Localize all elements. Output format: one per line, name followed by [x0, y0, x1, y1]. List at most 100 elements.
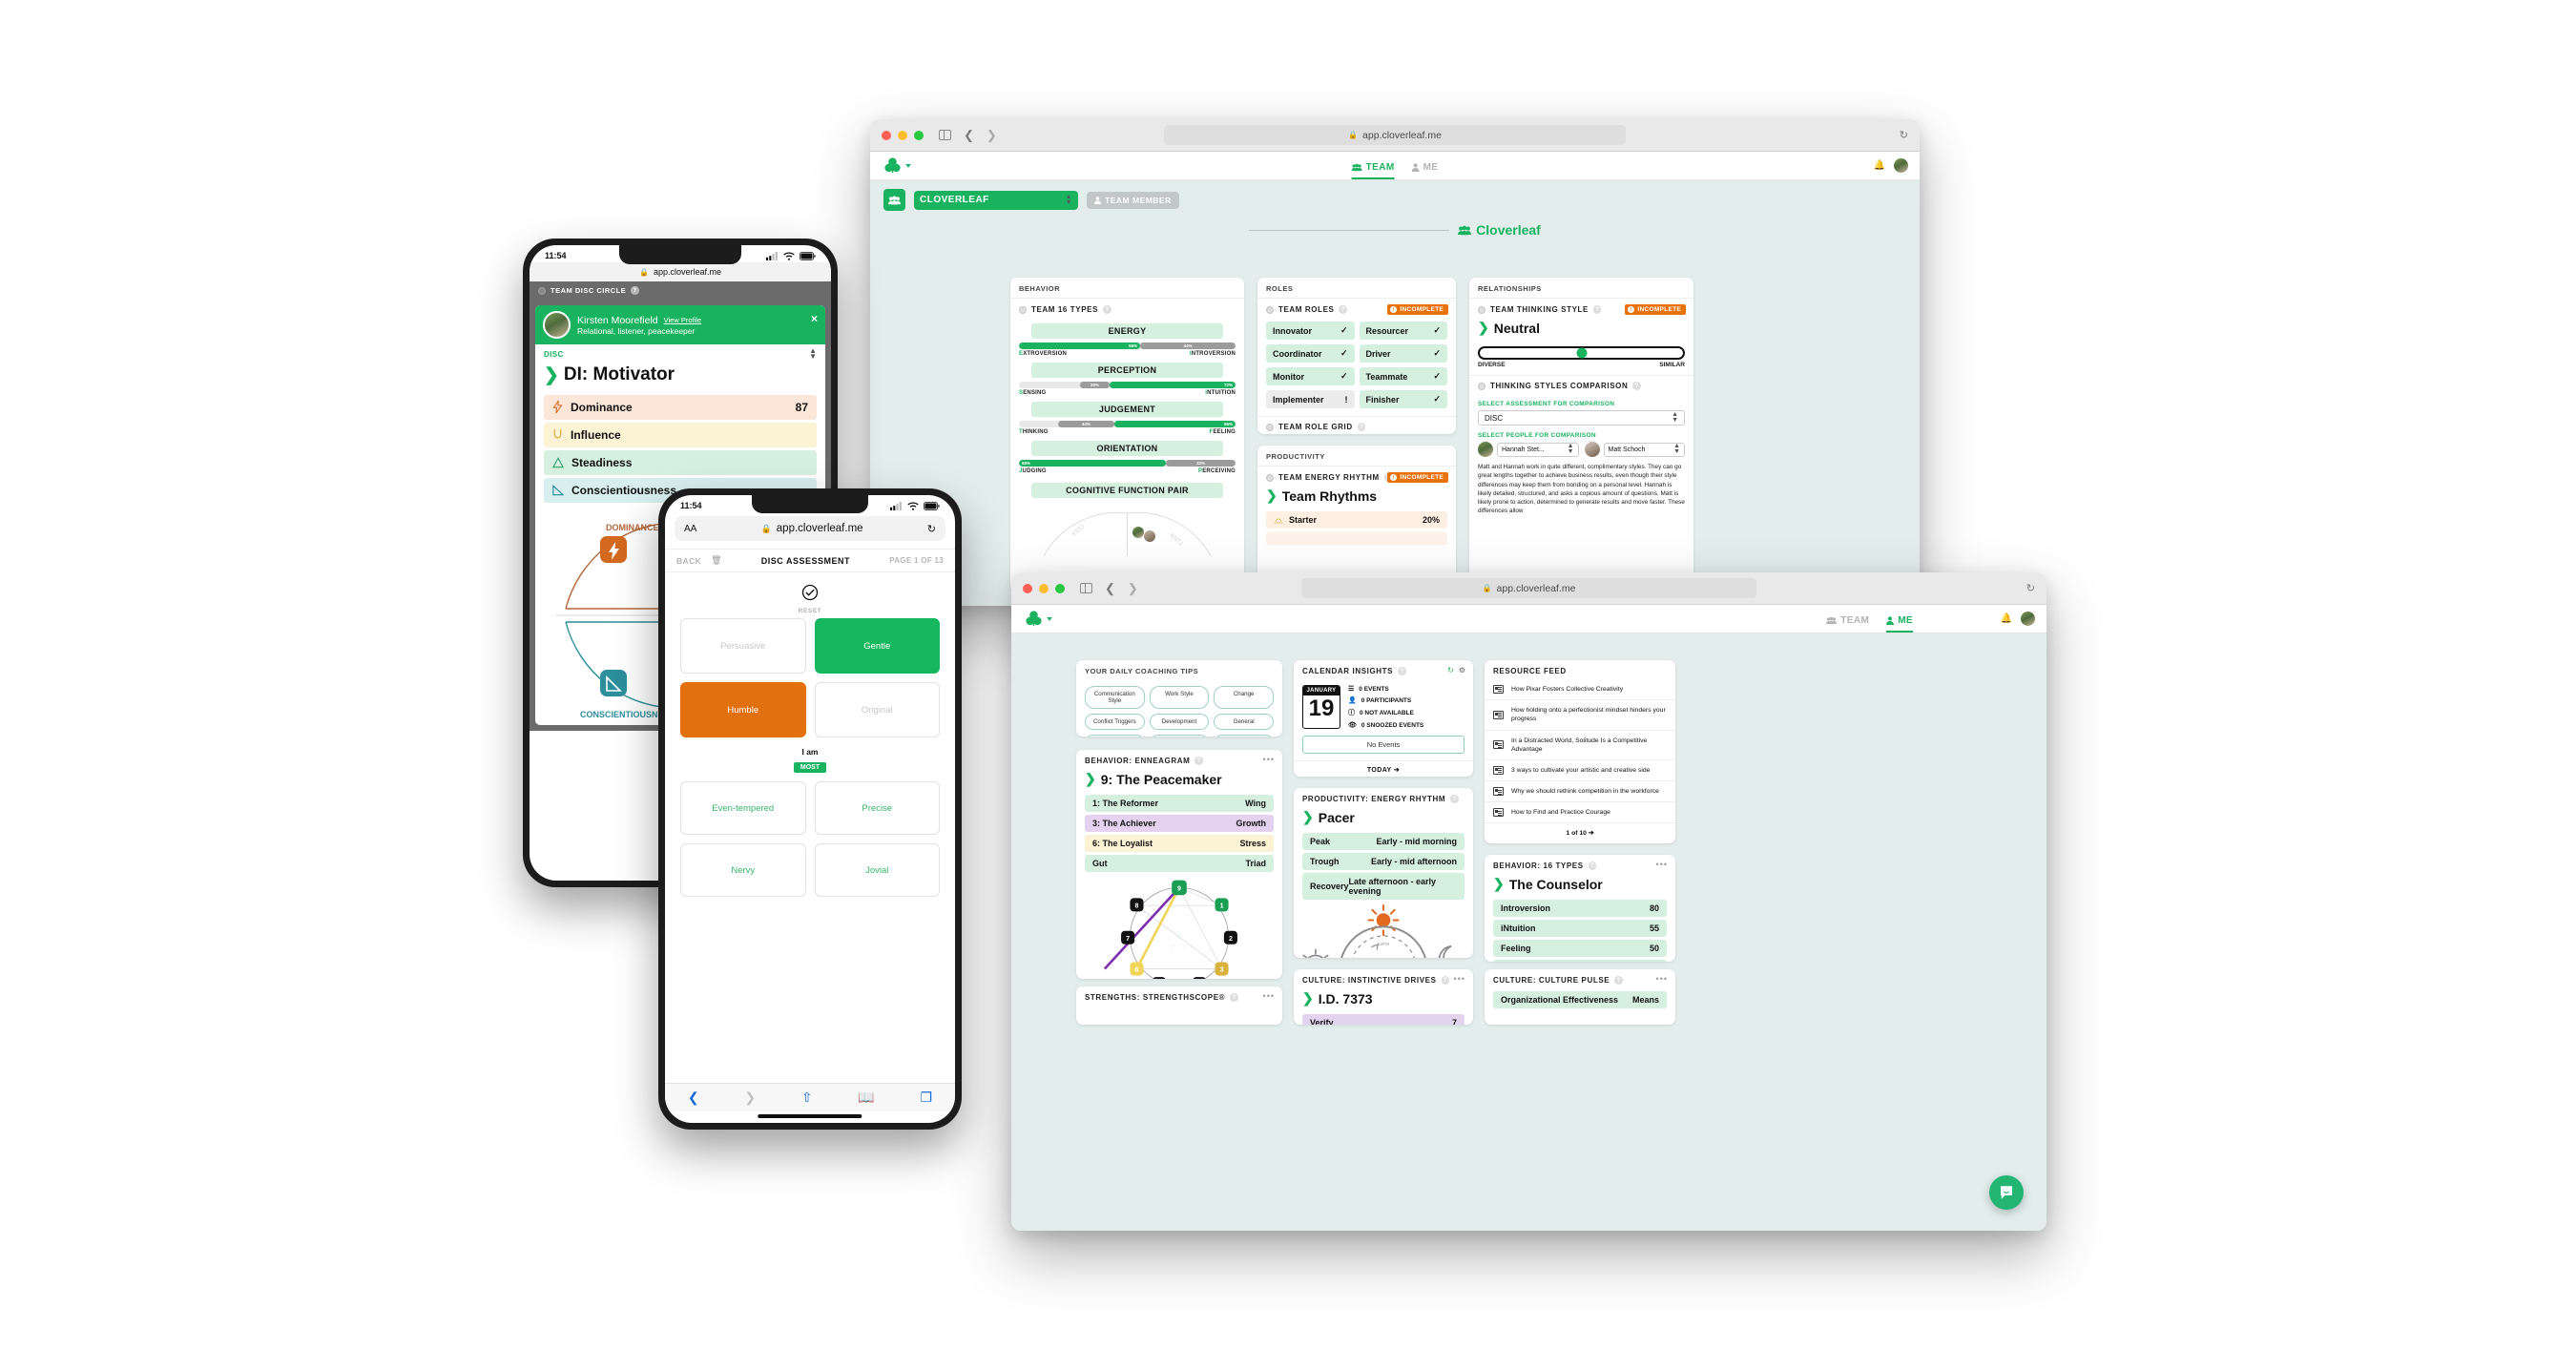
- tip-chip[interactable]: Persuasion: [1214, 735, 1274, 737]
- pulse-row[interactable]: Organizational Effectiveness Means: [1493, 991, 1667, 1008]
- team-thinking-style-section-header[interactable]: TEAM THINKING STYLE ? ! INCOMPLETE: [1469, 299, 1693, 318]
- tip-chip[interactable]: Motivation: [1149, 735, 1210, 737]
- person-b-select[interactable]: Matt Schoch ▲ ▼: [1603, 442, 1685, 457]
- team-select[interactable]: CLOVERLEAF ▲ ▼: [914, 190, 1078, 210]
- bell-icon[interactable]: 🔔: [2001, 613, 2012, 624]
- reset-control[interactable]: RESET: [665, 572, 955, 618]
- close-window-button[interactable]: [1023, 583, 1032, 593]
- disc-row[interactable]: Steadiness: [544, 449, 817, 475]
- bell-icon[interactable]: 🔔: [1874, 160, 1885, 171]
- share-icon[interactable]: ⇧: [801, 1090, 813, 1106]
- role-cell[interactable]: Finisher ✓: [1359, 390, 1447, 408]
- tabs-icon[interactable]: ❐: [921, 1090, 933, 1106]
- minimize-window-button[interactable]: [898, 130, 907, 140]
- forward-icon[interactable]: ❯: [987, 128, 997, 143]
- help-icon[interactable]: ?: [1230, 993, 1238, 1002]
- collapse-icon[interactable]: [1478, 305, 1485, 314]
- person-a-select[interactable]: Hannah Stet... ▲ ▼: [1497, 442, 1579, 457]
- assessment-tile[interactable]: Jovial: [814, 843, 940, 897]
- assessment-tile[interactable]: Gentle: [814, 618, 940, 674]
- energy-row[interactable]: Recovery Late afternoon - early evening: [1302, 873, 1465, 900]
- refresh-icon[interactable]: ↻: [1447, 666, 1454, 674]
- card-menu-icon[interactable]: •••: [1656, 975, 1668, 984]
- today-link[interactable]: TODAY ➔: [1294, 760, 1473, 777]
- safari-address-bar[interactable]: AA 🔒 app.cloverleaf.me ↻: [675, 516, 945, 541]
- disc-row[interactable]: Influence: [544, 422, 817, 447]
- rhythm-row[interactable]: [1266, 531, 1447, 545]
- type-row[interactable]: iNtuition 55: [1493, 920, 1667, 937]
- chevron-down-icon[interactable]: [1047, 616, 1052, 621]
- avatar[interactable]: [1478, 442, 1493, 457]
- view-profile-link[interactable]: View Profile: [664, 316, 701, 324]
- team-energy-rhythm-section-header[interactable]: TEAM ENERGY RHYTHM ? !INCOMPLETE: [1257, 467, 1456, 486]
- arrow-right-circle-icon[interactable]: ➔: [1589, 830, 1594, 837]
- help-icon[interactable]: ?: [1614, 976, 1623, 985]
- book-icon[interactable]: 📖: [858, 1090, 874, 1106]
- trash-icon[interactable]: 🗑: [711, 555, 721, 566]
- sidebar-toggle-icon[interactable]: [939, 129, 951, 141]
- role-cell[interactable]: Teammate ✓: [1359, 367, 1447, 385]
- collapse-icon[interactable]: [1266, 473, 1274, 482]
- tip-chip[interactable]: Development: [1149, 714, 1210, 730]
- tip-chip[interactable]: General: [1214, 714, 1274, 730]
- close-icon[interactable]: ×: [811, 312, 818, 325]
- phone-address-bar[interactable]: 🔒 app.cloverleaf.me: [530, 262, 831, 281]
- enneagram-row[interactable]: Gut Triad: [1085, 855, 1274, 872]
- tip-chip[interactable]: Change: [1214, 686, 1274, 709]
- chevron-down-icon[interactable]: [905, 163, 911, 168]
- type-row[interactable]: Feeling 50: [1493, 940, 1667, 957]
- energy-row[interactable]: Peak Early - mid morning: [1302, 833, 1465, 850]
- card-menu-icon[interactable]: •••: [1263, 992, 1275, 1001]
- enneagram-row[interactable]: 1: The Reformer Wing: [1085, 795, 1274, 812]
- help-icon[interactable]: ?: [1339, 305, 1347, 314]
- card-menu-icon[interactable]: •••: [1656, 861, 1668, 869]
- team-16-types-section-header[interactable]: TEAM 16 TYPES ?: [1010, 299, 1244, 318]
- tab-me[interactable]: ME: [1886, 615, 1913, 633]
- team-role-grid-section-header[interactable]: TEAM ROLE GRID ?: [1257, 416, 1456, 434]
- thinking-styles-comparison-header[interactable]: THINKING STYLES COMPARISON ?: [1469, 375, 1693, 394]
- tip-chip[interactable]: Communication Style: [1085, 686, 1145, 709]
- chevron-right-icon[interactable]: ❯: [744, 1090, 756, 1106]
- cloverleaf-logo-icon[interactable]: [1025, 610, 1043, 628]
- assessment-tile[interactable]: Precise: [814, 781, 940, 835]
- team-group-icon[interactable]: [883, 189, 905, 211]
- back-button[interactable]: BACK: [676, 556, 701, 566]
- feed-item[interactable]: How holding onto a perfectionist mindset…: [1485, 700, 1675, 731]
- role-cell[interactable]: Monitor ✓: [1266, 367, 1355, 385]
- energy-row[interactable]: Trough Early - mid afternoon: [1302, 853, 1465, 870]
- avatar[interactable]: [1584, 442, 1600, 457]
- feed-pager[interactable]: 1 of 10 ➔: [1485, 823, 1675, 842]
- reload-icon[interactable]: ↻: [927, 523, 936, 535]
- drive-row[interactable]: Verify 7: [1302, 1014, 1465, 1025]
- assessment-tile[interactable]: Persuasive: [680, 618, 806, 674]
- slider-knob[interactable]: [1576, 347, 1587, 359]
- chat-bubble-icon[interactable]: [1989, 1175, 2024, 1210]
- minimize-window-button[interactable]: [1039, 583, 1049, 593]
- tip-chip[interactable]: Conflict Triggers: [1085, 714, 1145, 730]
- help-icon[interactable]: ?: [1195, 757, 1203, 765]
- chevron-left-icon[interactable]: ❮: [688, 1090, 699, 1106]
- avatar[interactable]: [1144, 530, 1155, 542]
- back-icon[interactable]: ❮: [1105, 581, 1115, 596]
- enneagram-row[interactable]: 6: The Loyalist Stress: [1085, 835, 1274, 852]
- avatar[interactable]: [1132, 527, 1144, 538]
- team-disc-circle-header[interactable]: TEAM DISC CIRCLE ?: [530, 281, 831, 300]
- help-icon[interactable]: ?: [1103, 305, 1111, 314]
- disc-row[interactable]: Dominance 87: [544, 394, 817, 420]
- card-menu-icon[interactable]: •••: [1263, 756, 1275, 764]
- assessment-select[interactable]: DISC ▲ ▼: [1478, 410, 1685, 425]
- address-bar[interactable]: 🔒 app.cloverleaf.me: [1164, 125, 1626, 145]
- role-cell[interactable]: Implementer!: [1266, 390, 1355, 408]
- role-cell[interactable]: Driver ✓: [1359, 344, 1447, 363]
- forward-icon[interactable]: ❯: [1128, 581, 1138, 596]
- back-icon[interactable]: ❮: [964, 128, 974, 143]
- collapse-icon[interactable]: [1478, 382, 1485, 390]
- collapse-icon[interactable]: [1266, 423, 1274, 431]
- team-roles-section-header[interactable]: TEAM ROLES ? ! INCOMPLETE: [1257, 299, 1456, 318]
- sidebar-toggle-icon[interactable]: [1080, 582, 1092, 594]
- type-row[interactable]: Introversion 80: [1493, 900, 1667, 917]
- gear-icon[interactable]: ⚙: [1459, 666, 1465, 674]
- reload-icon[interactable]: ↻: [2026, 582, 2035, 594]
- role-cell[interactable]: Coordinator ✓: [1266, 344, 1355, 363]
- address-bar[interactable]: 🔒 app.cloverleaf.me: [1300, 578, 1757, 598]
